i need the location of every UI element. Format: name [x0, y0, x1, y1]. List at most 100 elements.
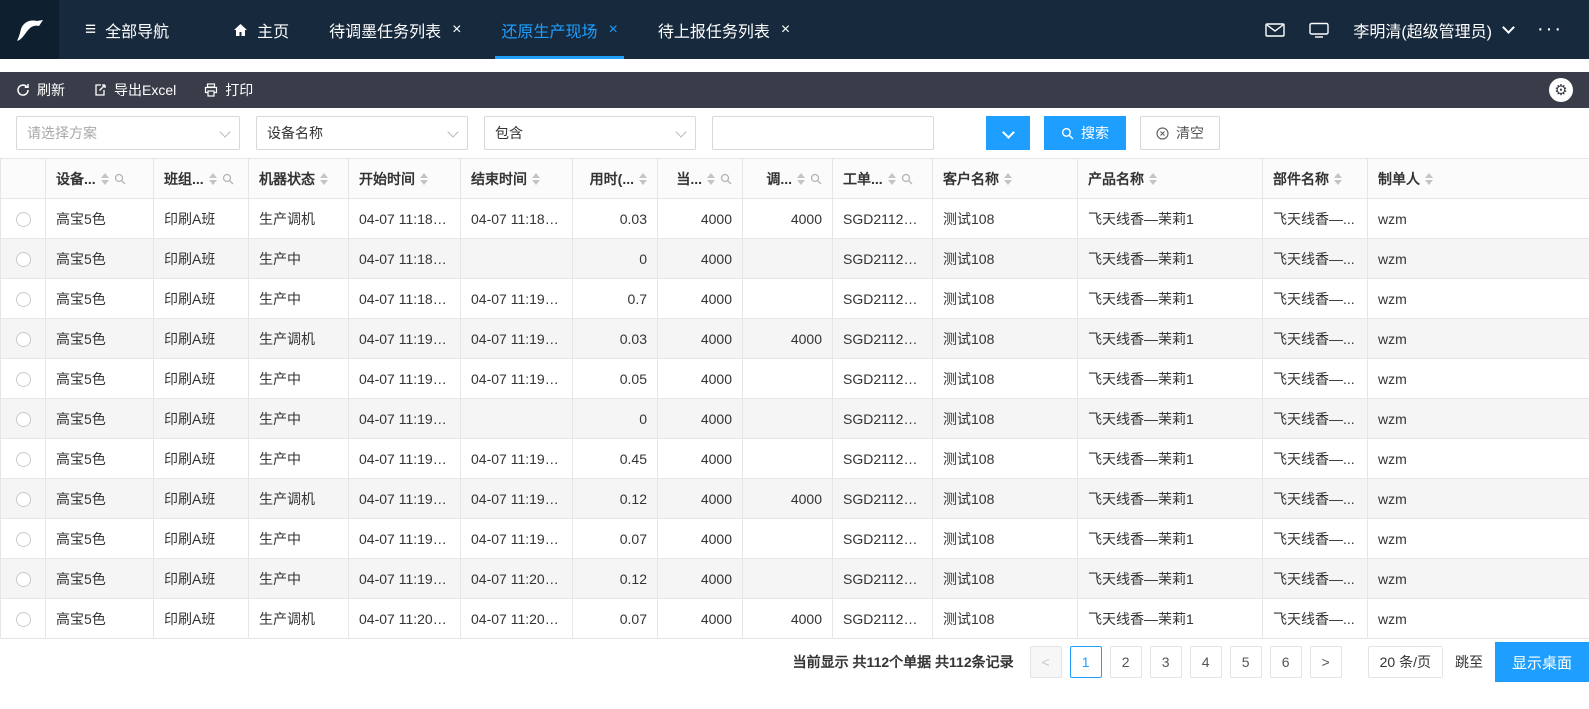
column-search-icon[interactable] — [810, 173, 822, 185]
column-search-icon[interactable] — [114, 173, 126, 185]
page-button-3[interactable]: 3 — [1150, 646, 1182, 678]
plan-select[interactable]: 请选择方案 — [16, 116, 240, 150]
cell: 生产中 — [249, 239, 349, 279]
tab-home[interactable]: 主页 — [213, 0, 309, 59]
close-icon[interactable]: × — [781, 22, 790, 38]
more-options-icon[interactable]: ··· — [1537, 18, 1563, 41]
user-menu[interactable]: 李明清(超级管理员) — [1353, 18, 1513, 42]
column-header[interactable]: 产品名称 — [1078, 159, 1263, 199]
table-row[interactable]: 高宝5色印刷A班生产调机04-07 11:19:4304-07 11:19:50… — [1, 479, 1589, 519]
export-label: 导出Excel — [114, 80, 176, 100]
print-button[interactable]: 打印 — [204, 80, 253, 100]
page-size-select[interactable]: 20 条/页 — [1368, 646, 1443, 678]
sort-icon[interactable] — [1149, 173, 1157, 185]
column-header[interactable]: 当... — [658, 159, 743, 199]
column-label: 制单人 — [1378, 169, 1420, 189]
table-row[interactable]: 高宝5色印刷A班生产中04-07 11:18:2904-07 11:19:110… — [1, 279, 1589, 319]
row-radio[interactable] — [16, 452, 31, 467]
tab-pending-ink-tasks[interactable]: 待调墨任务列表 × — [309, 0, 481, 59]
refresh-button[interactable]: 刷新 — [16, 80, 65, 100]
cell: 测试108 — [933, 399, 1078, 439]
cell — [743, 279, 833, 319]
cell: 印刷A班 — [154, 599, 249, 639]
table-row[interactable]: 高宝5色印刷A班生产中04-07 11:19:5004-07 11:19:540… — [1, 519, 1589, 559]
row-radio[interactable] — [16, 612, 31, 627]
operator-select[interactable]: 包含 — [484, 116, 696, 150]
table-row[interactable]: 高宝5色印刷A班生产中04-07 11:19:1604-07 11:19:430… — [1, 439, 1589, 479]
cell: 04-07 11:20:05 — [461, 599, 573, 639]
prev-page-button[interactable]: < — [1030, 646, 1062, 678]
table-row[interactable]: 高宝5色印刷A班生产调机04-07 11:20:0104-07 11:20:05… — [1, 599, 1589, 639]
row-radio[interactable] — [16, 252, 31, 267]
sort-icon[interactable] — [1004, 173, 1012, 185]
table-row[interactable]: 高宝5色印刷A班生产调机04-07 11:19:1104-07 11:19:13… — [1, 319, 1589, 359]
page-button-1[interactable]: 1 — [1070, 646, 1102, 678]
cell: 测试108 — [933, 199, 1078, 239]
tab-restore-production-scene[interactable]: 还原生产现场 × — [481, 0, 637, 59]
row-radio[interactable] — [16, 372, 31, 387]
next-page-button[interactable]: > — [1310, 646, 1342, 678]
column-header[interactable]: 工单... — [833, 159, 933, 199]
cell: 0.12 — [573, 559, 658, 599]
close-icon[interactable]: × — [609, 22, 618, 38]
table-row[interactable]: 高宝5色印刷A班生产调机04-07 11:18:2704-07 11:18:29… — [1, 199, 1589, 239]
row-radio[interactable] — [16, 492, 31, 507]
cell: 高宝5色 — [46, 279, 154, 319]
clear-button[interactable]: 清空 — [1140, 116, 1220, 150]
table-row[interactable]: 高宝5色印刷A班生产中04-07 11:19:1304-07 11:19:160… — [1, 359, 1589, 399]
close-icon[interactable]: × — [452, 22, 461, 38]
search-button[interactable]: 搜索 — [1044, 116, 1126, 150]
sort-icon[interactable] — [209, 173, 217, 185]
keyword-input[interactable] — [712, 116, 934, 150]
column-header[interactable]: 设备... — [46, 159, 154, 199]
sort-icon[interactable] — [101, 173, 109, 185]
page-button-4[interactable]: 4 — [1190, 646, 1222, 678]
field-select[interactable]: 设备名称 — [256, 116, 468, 150]
tab-pending-report-tasks[interactable]: 待上报任务列表 × — [638, 0, 810, 59]
sort-icon[interactable] — [420, 173, 428, 185]
sort-icon[interactable] — [639, 173, 647, 185]
column-search-icon[interactable] — [901, 173, 913, 185]
row-radio[interactable] — [16, 212, 31, 227]
all-navigation-button[interactable]: ≡ 全部导航 — [59, 0, 195, 59]
gear-icon[interactable]: ⚙ — [1549, 78, 1573, 102]
sort-icon[interactable] — [1425, 173, 1433, 185]
message-panel-icon[interactable] — [1309, 22, 1329, 38]
page-button-2[interactable]: 2 — [1110, 646, 1142, 678]
app-logo[interactable] — [0, 0, 59, 59]
sort-icon[interactable] — [707, 173, 715, 185]
table-row[interactable]: 高宝5色印刷A班生产中04-07 11:19:5404-07 11:20:010… — [1, 559, 1589, 599]
column-header[interactable]: 班组... — [154, 159, 249, 199]
row-radio[interactable] — [16, 292, 31, 307]
column-header[interactable]: 调... — [743, 159, 833, 199]
sort-icon[interactable] — [532, 173, 540, 185]
column-header[interactable]: 用时(... — [573, 159, 658, 199]
column-search-icon[interactable] — [222, 173, 234, 185]
expand-advanced-search-button[interactable] — [986, 116, 1030, 150]
column-header[interactable]: 客户名称 — [933, 159, 1078, 199]
cell: 生产中 — [249, 399, 349, 439]
sort-icon[interactable] — [888, 173, 896, 185]
page-button-5[interactable]: 5 — [1230, 646, 1262, 678]
column-label: 结束时间 — [471, 169, 527, 189]
page-button-6[interactable]: 6 — [1270, 646, 1302, 678]
row-radio[interactable] — [16, 572, 31, 587]
sort-icon[interactable] — [320, 173, 328, 185]
export-excel-button[interactable]: 导出Excel — [93, 80, 176, 100]
sort-icon[interactable] — [797, 173, 805, 185]
table-row[interactable]: 高宝5色印刷A班生产中04-07 11:18:2904000SGD211200.… — [1, 239, 1589, 279]
column-header[interactable]: 结束时间 — [461, 159, 573, 199]
table-row[interactable]: 高宝5色印刷A班生产中04-07 11:19:1504000SGD211200.… — [1, 399, 1589, 439]
show-desktop-button[interactable]: 显示桌面 — [1495, 642, 1589, 682]
column-header[interactable]: 机器状态 — [249, 159, 349, 199]
sort-icon[interactable] — [1334, 173, 1342, 185]
column-header[interactable]: 开始时间 — [349, 159, 461, 199]
row-radio[interactable] — [16, 532, 31, 547]
row-radio[interactable] — [16, 412, 31, 427]
cell: 4000 — [658, 279, 743, 319]
column-header[interactable]: 制单人 — [1368, 159, 1589, 199]
row-radio[interactable] — [16, 332, 31, 347]
mail-icon[interactable] — [1265, 22, 1285, 38]
column-search-icon[interactable] — [720, 173, 732, 185]
column-header[interactable]: 部件名称 — [1263, 159, 1368, 199]
